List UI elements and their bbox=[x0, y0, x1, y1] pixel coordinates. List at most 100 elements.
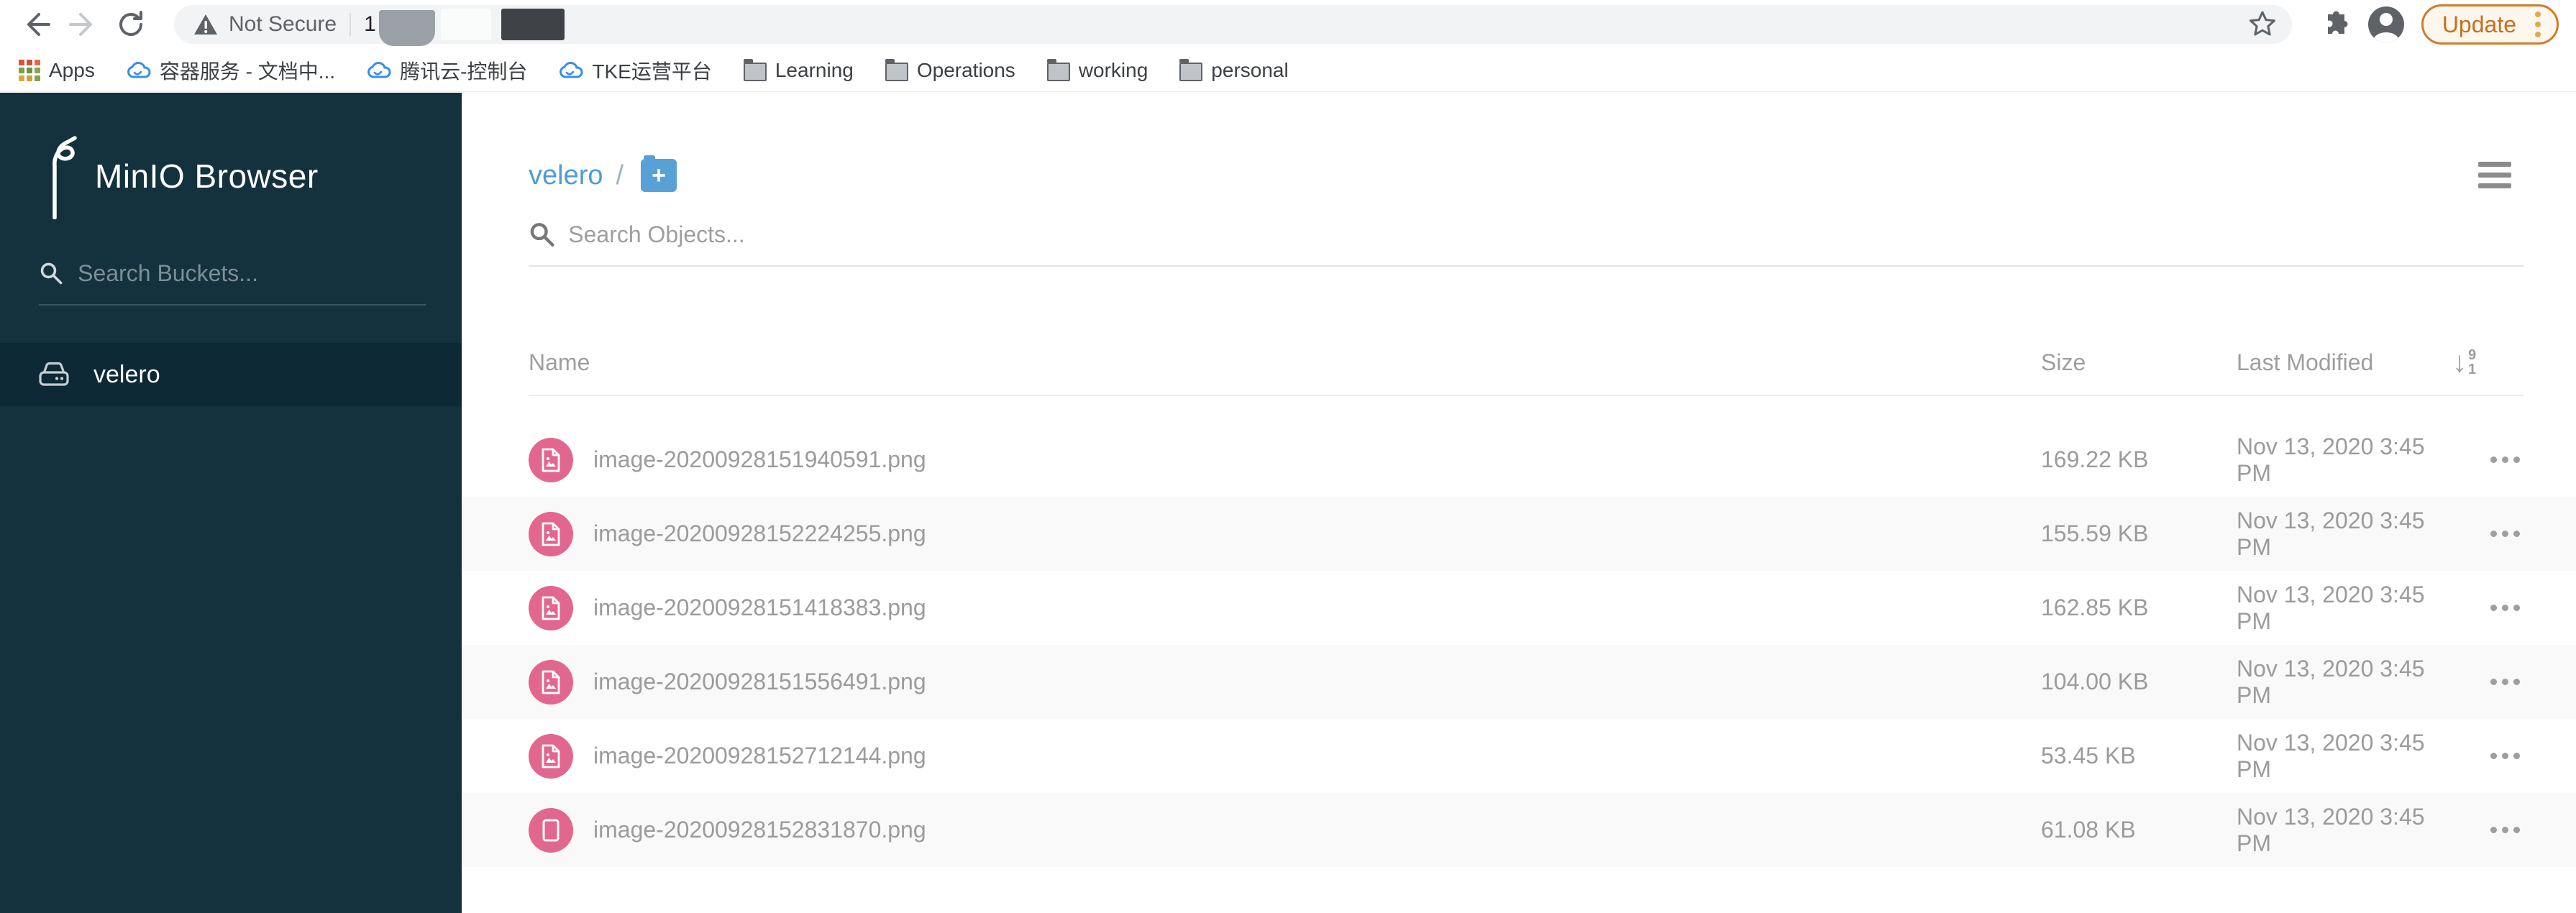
bookmark-folder[interactable]: working bbox=[1046, 58, 1148, 82]
column-header-size[interactable]: Size bbox=[2041, 349, 2237, 376]
back-button[interactable] bbox=[17, 6, 55, 43]
bucket-drive-icon bbox=[39, 362, 69, 386]
bookmark-label: 容器服务 - 文档中... bbox=[159, 60, 336, 83]
bookmark-label: working bbox=[1078, 58, 1148, 81]
object-size: 104.00 KB bbox=[2041, 669, 2149, 694]
menu-button[interactable] bbox=[2478, 162, 2511, 188]
bookmark-item[interactable]: TKE运营平台 bbox=[559, 56, 712, 85]
update-label: Update bbox=[2442, 11, 2516, 37]
bucket-search[interactable] bbox=[39, 260, 426, 306]
object-name-cell: image-20200928151556491.png bbox=[529, 659, 2041, 705]
row-actions-button[interactable] bbox=[2452, 827, 2524, 833]
image-file-icon bbox=[529, 585, 573, 630]
app-title: MinIO Browser bbox=[95, 157, 319, 195]
object-name[interactable]: image-20200928151940591.png bbox=[593, 446, 926, 473]
profile-button[interactable] bbox=[2367, 5, 2406, 44]
object-name-cell: image-20200928151418383.png bbox=[529, 585, 2041, 630]
row-actions-button[interactable] bbox=[2452, 456, 2524, 463]
sort-numeric-desc-icon[interactable]: ↓ 9 1 bbox=[2452, 348, 2524, 377]
folder-icon bbox=[1179, 58, 1203, 81]
object-name[interactable]: image-20200928152224255.png bbox=[593, 520, 926, 547]
bookmark-item[interactable]: 腾讯云-控制台 bbox=[367, 56, 527, 85]
object-size: 61.08 KB bbox=[2041, 817, 2136, 843]
bookmark-folder[interactable]: Operations bbox=[885, 58, 1015, 82]
breadcrumb-separator: / bbox=[616, 160, 624, 191]
bookmarks-bar: Apps 容器服务 - 文档中... 腾讯云-控制台 TKE运营平台 Learn… bbox=[0, 49, 2576, 92]
image-file-icon bbox=[529, 437, 573, 482]
object-modified: Nov 13, 2020 3:45 PM bbox=[2237, 729, 2425, 782]
not-secure-warning-icon bbox=[194, 14, 217, 35]
forward-icon bbox=[69, 13, 92, 36]
bookmark-item[interactable]: 容器服务 - 文档中... bbox=[127, 56, 335, 85]
image-file-icon bbox=[529, 659, 573, 705]
bucket-name: velero bbox=[93, 360, 160, 388]
plain-file-icon bbox=[529, 807, 573, 853]
object-name-cell: image-20200928152712144.png bbox=[529, 733, 2041, 779]
image-file-icon bbox=[529, 733, 573, 779]
object-name[interactable]: image-20200928151556491.png bbox=[593, 669, 926, 695]
image-file-icon bbox=[529, 511, 573, 556]
table-row[interactable]: image-20200928151556491.png 104.00 KB No… bbox=[462, 645, 2576, 719]
row-actions-button[interactable] bbox=[2452, 531, 2524, 537]
object-size: 162.85 KB bbox=[2041, 595, 2149, 620]
bookmark-label: Operations bbox=[916, 58, 1015, 81]
main-content: velero / + Name Size Last Modified ↓ 9 1 bbox=[462, 93, 2576, 913]
object-name-cell: image-20200928152831870.png bbox=[529, 807, 2041, 853]
reload-icon bbox=[119, 11, 142, 36]
minio-bird-icon bbox=[52, 136, 77, 219]
object-name[interactable]: image-20200928151418383.png bbox=[593, 595, 926, 621]
object-size: 155.59 KB bbox=[2041, 520, 2149, 546]
bucket-search-input[interactable] bbox=[78, 260, 426, 287]
apps-grid-icon bbox=[19, 59, 40, 81]
object-search[interactable] bbox=[529, 221, 2524, 267]
chrome-menu-icon[interactable] bbox=[2529, 12, 2547, 37]
chrome-update-button[interactable]: Update bbox=[2421, 4, 2559, 45]
extensions-puzzle-icon bbox=[2327, 11, 2348, 34]
column-header-name[interactable]: Name bbox=[529, 349, 2041, 376]
table-row[interactable]: image-20200928151418383.png 162.85 KB No… bbox=[462, 571, 2576, 645]
folder-icon bbox=[743, 58, 767, 81]
table-header: Name Size Last Modified ↓ 9 1 bbox=[529, 330, 2524, 396]
minio-logo: MinIO Browser bbox=[33, 133, 319, 219]
object-list: image-20200928151940591.png 169.22 KB No… bbox=[462, 423, 2576, 867]
address-bar[interactable]: Not Secure 1 bbox=[174, 5, 2292, 46]
table-row[interactable]: image-20200928152831870.png 61.08 KB Nov… bbox=[462, 793, 2576, 867]
table-row[interactable]: image-20200928151940591.png 169.22 KB No… bbox=[462, 423, 2576, 497]
bookmark-folder[interactable]: personal bbox=[1179, 58, 1289, 82]
cloud-icon bbox=[367, 61, 391, 78]
forward-button[interactable] bbox=[65, 6, 102, 43]
object-search-input[interactable] bbox=[568, 221, 2524, 248]
browser-toolbar: Not Secure 1 Update bbox=[0, 0, 2576, 49]
column-header-modified[interactable]: Last Modified bbox=[2237, 349, 2452, 376]
object-name[interactable]: image-20200928152712144.png bbox=[593, 743, 926, 769]
reload-button[interactable] bbox=[112, 6, 150, 43]
row-actions-button[interactable] bbox=[2452, 605, 2524, 611]
bookmark-star-icon[interactable] bbox=[2247, 9, 2278, 40]
folder-icon bbox=[885, 58, 908, 81]
extensions-button[interactable] bbox=[2315, 5, 2354, 44]
url-redaction-block bbox=[378, 10, 435, 46]
security-label: Not Secure bbox=[229, 12, 337, 36]
bookmark-apps[interactable]: Apps bbox=[19, 59, 95, 82]
row-actions-button[interactable] bbox=[2452, 753, 2524, 759]
url-redaction-block bbox=[440, 9, 491, 40]
url-text: 1 bbox=[364, 12, 376, 36]
breadcrumb: velero / + bbox=[529, 155, 677, 192]
cloud-icon bbox=[559, 61, 583, 78]
table-row[interactable]: image-20200928152224255.png 155.59 KB No… bbox=[462, 497, 2576, 571]
object-name[interactable]: image-20200928152831870.png bbox=[593, 817, 926, 843]
search-icon bbox=[40, 262, 63, 285]
sidebar-bucket-velero[interactable]: velero bbox=[0, 343, 462, 406]
breadcrumb-bucket-link[interactable]: velero bbox=[529, 160, 603, 191]
avatar-head bbox=[2379, 13, 2393, 26]
row-actions-button[interactable] bbox=[2452, 679, 2524, 685]
sidebar: MinIO Browser velero bbox=[0, 93, 462, 913]
table-row[interactable]: image-20200928152712144.png 53.45 KB Nov… bbox=[462, 719, 2576, 793]
object-modified: Nov 13, 2020 3:45 PM bbox=[2237, 655, 2425, 708]
folder-icon bbox=[1046, 58, 1070, 81]
bookmark-folder[interactable]: Learning bbox=[743, 58, 854, 82]
bookmark-label: Learning bbox=[775, 58, 854, 81]
object-modified: Nov 13, 2020 3:45 PM bbox=[2237, 433, 2425, 486]
create-folder-button[interactable]: + bbox=[641, 155, 677, 192]
bookmark-label: personal bbox=[1211, 58, 1289, 81]
